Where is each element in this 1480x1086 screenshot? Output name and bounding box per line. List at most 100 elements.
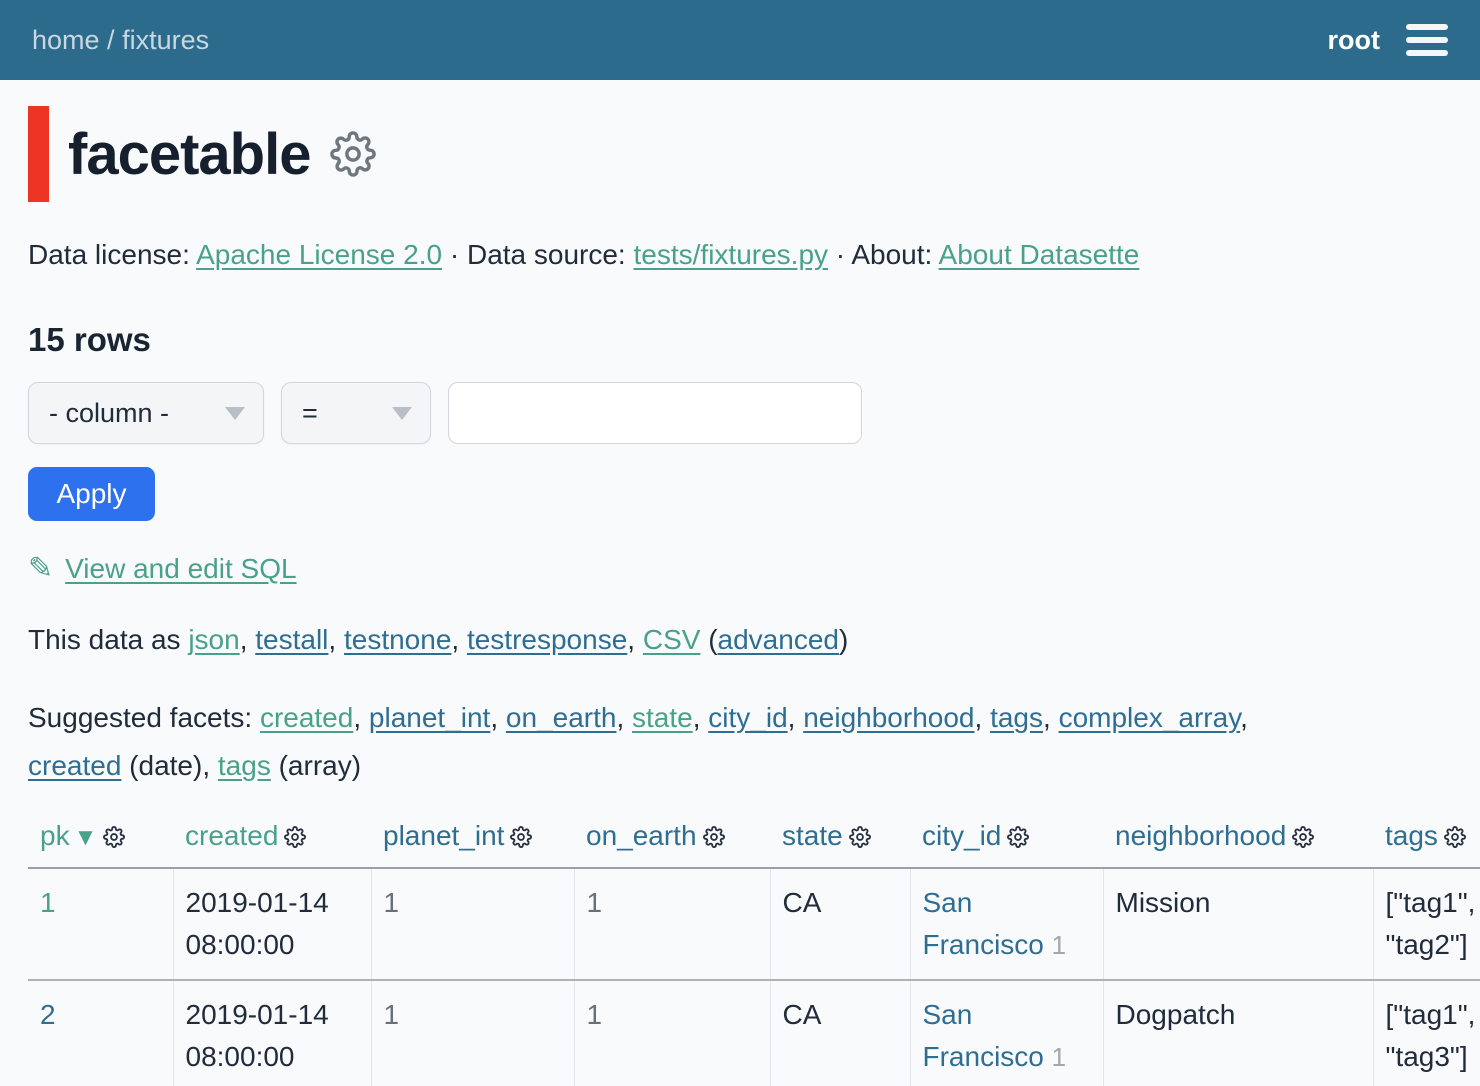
top-nav-bar: home / fixtures root — [0, 0, 1480, 80]
cell-state: CA — [770, 868, 910, 980]
select-dropdown-arrow-icon — [225, 407, 245, 420]
column-header-created: created — [173, 812, 371, 868]
column-header-city-id-link[interactable]: city_id — [922, 820, 1001, 851]
column-gear-icon[interactable] — [1444, 823, 1466, 854]
cell-tags: ["tag1", "tag3"] — [1373, 980, 1480, 1086]
column-header-planet-int: planet_int — [371, 812, 574, 868]
sort-desc-icon: ▼ — [74, 824, 98, 851]
table-row: 2 2019-01-14 08:00:00 1 1 CA San Francis… — [28, 980, 1480, 1086]
rows-table: pk▼ created planet_int on_earth state — [28, 812, 1480, 1086]
facet-link-state[interactable]: state — [632, 702, 693, 733]
facet-link-created[interactable]: created — [260, 702, 353, 733]
column-gear-icon[interactable] — [849, 823, 871, 854]
logged-in-user[interactable]: root — [1328, 25, 1380, 56]
column-header-planet-int-link[interactable]: planet_int — [383, 820, 504, 851]
column-header-neighborhood-link[interactable]: neighborhood — [1115, 820, 1286, 851]
title-accent-bar — [28, 106, 49, 202]
meta-separator-1: · — [442, 239, 467, 270]
topbar-right: root — [1328, 24, 1448, 56]
pencil-icon: ✎ — [28, 551, 53, 586]
column-header-state-link[interactable]: state — [782, 820, 843, 851]
export-link-testall[interactable]: testall — [255, 624, 328, 655]
license-label: Data license: — [28, 239, 196, 270]
sql-line: ✎ View and edit SQL — [28, 551, 1452, 586]
export-link-advanced[interactable]: advanced — [718, 624, 839, 655]
column-header-on-earth-link[interactable]: on_earth — [586, 820, 697, 851]
metadata-line: Data license: Apache License 2.0 · Data … — [28, 239, 1452, 271]
page-title: facetable — [68, 121, 310, 188]
facet-link-planet-int[interactable]: planet_int — [369, 702, 490, 733]
column-header-tags: tags — [1373, 812, 1480, 868]
filter-column-select[interactable]: - column - — [28, 382, 264, 444]
column-gear-icon[interactable] — [1292, 823, 1314, 854]
cell-planet-int: 1 — [371, 980, 574, 1086]
filter-operator-value: = — [302, 398, 318, 429]
city-raw-id: 1 — [1052, 1042, 1066, 1072]
about-link[interactable]: About Datasette — [939, 239, 1140, 270]
row-pk-link[interactable]: 2 — [40, 999, 56, 1030]
cell-state: CA — [770, 980, 910, 1086]
column-header-city-id: city_id — [910, 812, 1103, 868]
facets-prefix: Suggested facets: — [28, 702, 260, 733]
export-link-testresponse[interactable]: testresponse — [467, 624, 627, 655]
filter-row: - column - = — [28, 382, 1452, 444]
export-prefix: This data as — [28, 624, 188, 655]
breadcrumb-home-link[interactable]: home — [32, 25, 100, 55]
table-row: 1 2019-01-14 08:00:00 1 1 CA San Francis… — [28, 868, 1480, 980]
about-label: About: — [851, 239, 938, 270]
column-gear-icon[interactable] — [1007, 823, 1029, 854]
facet-link-city-id[interactable]: city_id — [708, 702, 787, 733]
export-links-line: This data as json, testall, testnone, te… — [28, 624, 1452, 656]
column-gear-icon[interactable] — [703, 823, 725, 854]
column-header-on-earth: on_earth — [574, 812, 770, 868]
column-header-pk-link[interactable]: pk — [40, 820, 70, 851]
source-link[interactable]: tests/fixtures.py — [634, 239, 829, 270]
city-fk-link[interactable]: San Francisco — [923, 887, 1044, 960]
column-header-pk: pk▼ — [28, 812, 173, 868]
meta-separator-2: · — [828, 239, 851, 270]
column-header-neighborhood: neighborhood — [1103, 812, 1373, 868]
city-raw-id: 1 — [1052, 930, 1066, 960]
filter-value-input[interactable] — [448, 382, 862, 444]
cell-on-earth: 1 — [574, 980, 770, 1086]
filter-column-value: - column - — [49, 398, 169, 429]
data-table-wrap: pk▼ created planet_int on_earth state — [28, 812, 1452, 1086]
main-content: facetable Data license: Apache License 2… — [0, 106, 1480, 1086]
facet-link-on-earth[interactable]: on_earth — [506, 702, 617, 733]
cell-created: 2019-01-14 08:00:00 — [173, 980, 371, 1086]
license-link[interactable]: Apache License 2.0 — [196, 239, 442, 270]
breadcrumb-separator: / — [100, 25, 123, 55]
facet-link-created-date[interactable]: created — [28, 750, 121, 781]
title-row: facetable — [28, 106, 1452, 202]
cell-created: 2019-01-14 08:00:00 — [173, 868, 371, 980]
cell-neighborhood: Mission — [1103, 868, 1373, 980]
cell-pk: 2 — [28, 980, 173, 1086]
column-gear-icon[interactable] — [103, 823, 125, 854]
column-header-tags-link[interactable]: tags — [1385, 820, 1438, 851]
select-dropdown-arrow-icon — [392, 407, 412, 420]
facet-link-complex-array[interactable]: complex_array — [1059, 702, 1241, 733]
table-settings-gear-icon[interactable] — [330, 131, 376, 177]
breadcrumb-database-link[interactable]: fixtures — [122, 25, 209, 55]
export-link-testnone[interactable]: testnone — [344, 624, 451, 655]
breadcrumb: home / fixtures — [32, 25, 209, 56]
export-link-json[interactable]: json — [188, 624, 239, 655]
city-fk-link[interactable]: San Francisco — [923, 999, 1044, 1072]
facet-link-tags[interactable]: tags — [990, 702, 1043, 733]
cell-on-earth: 1 — [574, 868, 770, 980]
apply-button[interactable]: Apply — [28, 467, 155, 521]
export-link-csv[interactable]: CSV — [643, 624, 701, 655]
table-header-row: pk▼ created planet_int on_earth state — [28, 812, 1480, 868]
row-count-heading: 15 rows — [28, 321, 1452, 359]
row-pk-link[interactable]: 1 — [40, 887, 56, 918]
column-header-created-link[interactable]: created — [185, 820, 278, 851]
facet-link-neighborhood[interactable]: neighborhood — [803, 702, 974, 733]
source-label: Data source: — [467, 239, 634, 270]
filter-operator-select[interactable]: = — [281, 382, 431, 444]
suggested-facets-line: Suggested facets: created, planet_int, o… — [28, 694, 1452, 790]
column-gear-icon[interactable] — [510, 823, 532, 854]
view-edit-sql-link[interactable]: View and edit SQL — [65, 553, 296, 585]
hamburger-menu-icon[interactable] — [1406, 24, 1448, 56]
facet-link-tags-array[interactable]: tags — [218, 750, 271, 781]
column-gear-icon[interactable] — [284, 823, 306, 854]
